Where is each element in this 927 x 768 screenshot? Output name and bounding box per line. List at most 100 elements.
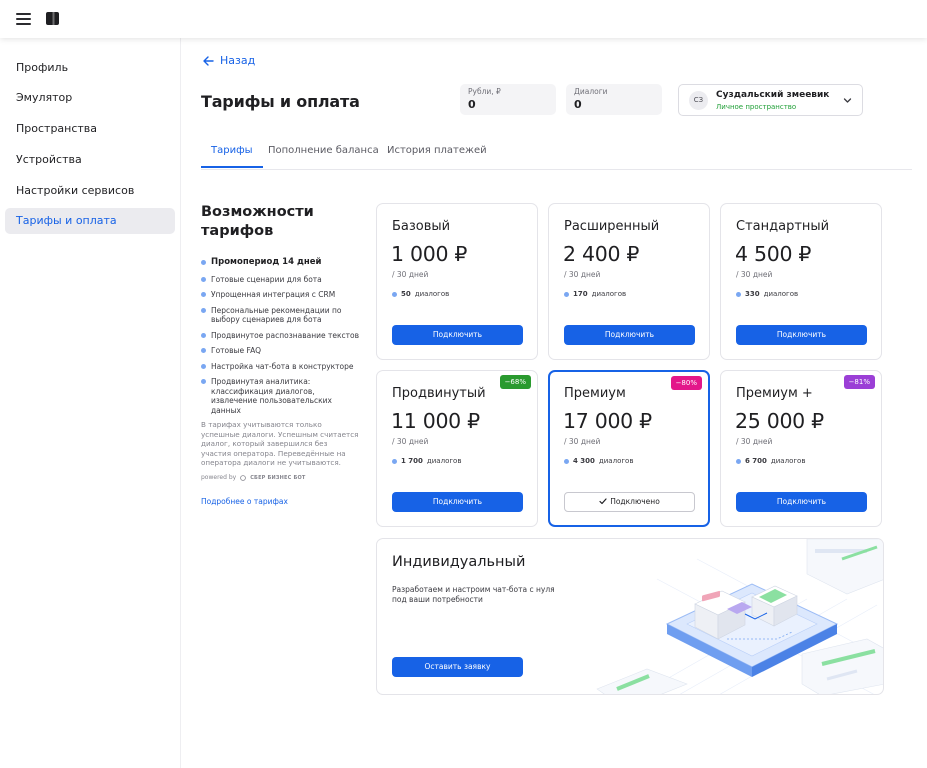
discount-badge: −81%	[843, 375, 875, 389]
plan-dialogs: 170 диалогов	[564, 290, 626, 298]
plan-dialogs-label: диалогов	[414, 290, 450, 298]
bullet-icon	[564, 291, 569, 297]
plan-price: 1 000 ₽	[391, 242, 468, 266]
powered-brand: СБЕР БИЗНЕС БОТ	[250, 474, 306, 481]
feature-item: Упрощенная интеграция с CRM	[201, 290, 361, 300]
dialogs-value: 0	[574, 98, 582, 111]
sidebar-item-devices[interactable]: Устройства	[5, 147, 175, 173]
plan-dialogs: 6 700 диалогов	[736, 457, 805, 465]
connect-button[interactable]: Подключить	[736, 325, 867, 345]
bullet-icon	[736, 291, 741, 297]
chevron-down-icon	[843, 98, 852, 103]
plan-card-premium: −80% Премиум 17 000 ₽ / 30 дней 4 300 ди…	[548, 370, 710, 527]
sber-logo-icon	[240, 474, 246, 481]
connected-button[interactable]: Подключено	[564, 492, 695, 512]
dialogs-counter: Диалоги 0	[566, 84, 662, 115]
account-name: Суздальский змеевик	[716, 90, 830, 100]
plan-card-basic: Базовый 1 000 ₽ / 30 дней 50 диалогов По…	[376, 203, 538, 360]
main-content: Назад Тарифы и оплата Рубли, ₽ 0 Диалоги…	[181, 38, 927, 768]
plan-price: 4 500 ₽	[735, 242, 812, 266]
sidebar-item-emulator[interactable]: Эмулятор	[5, 85, 175, 111]
plan-price: 2 400 ₽	[563, 242, 640, 266]
sidebar-item-spaces[interactable]: Пространства	[5, 116, 175, 142]
powered-by: powered by СБЕР БИЗНЕС БОТ	[201, 474, 306, 481]
feature-item: Продвинутая аналитика: классификация диа…	[201, 377, 361, 415]
plan-period: / 30 дней	[564, 270, 601, 279]
tab-top-up[interactable]: Пополнение баланса	[268, 145, 379, 166]
plan-dialogs-count: 1 700	[401, 457, 423, 465]
plan-card-premium-plus: −81% Премиум + 25 000 ₽ / 30 дней 6 700 …	[720, 370, 882, 527]
arrow-left-icon	[203, 55, 214, 66]
bullet-icon	[736, 458, 741, 464]
back-label: Назад	[220, 54, 256, 67]
plan-dialogs: 50 диалогов	[392, 290, 449, 298]
plan-card-standard: Стандартный 4 500 ₽ / 30 дней 330 диалог…	[720, 203, 882, 360]
sidebar-item-tariffs[interactable]: Тарифы и оплата	[5, 208, 175, 234]
plan-dialogs: 330 диалогов	[736, 290, 798, 298]
feature-item: Персональные рекомендации по выбору сцен…	[201, 306, 361, 325]
isometric-illustration	[596, 539, 883, 694]
feature-item: Промопериод 14 дней	[201, 257, 361, 268]
discount-badge: −80%	[670, 376, 702, 390]
avatar: СЗ	[689, 91, 708, 110]
connected-label: Подключено	[610, 497, 660, 506]
plan-period: / 30 дней	[736, 270, 773, 279]
features-list: Промопериод 14 дней Готовые сценарии для…	[201, 257, 361, 421]
top-bar	[0, 0, 927, 38]
tabs-bar: Тарифы Пополнение баланса История платеж…	[201, 138, 912, 170]
plan-name: Индивидуальный	[392, 554, 526, 570]
plan-name: Премиум +	[736, 386, 813, 401]
plan-card-advanced: −68% Продвинутый 11 000 ₽ / 30 дней 1 70…	[376, 370, 538, 527]
plan-dialogs-label: диалогов	[598, 457, 634, 465]
plan-price: 25 000 ₽	[735, 409, 824, 433]
rubles-label: Рубли, ₽	[468, 87, 501, 96]
features-note: В тарифах учитываются только успешные ди…	[201, 420, 359, 467]
feature-item: Продвинутое распознавание текстов	[201, 331, 361, 341]
account-selector[interactable]: СЗ Суздальский змеевик Личное пространст…	[678, 84, 863, 116]
plan-name: Премиум	[564, 386, 626, 401]
plan-dialogs-label: диалогов	[426, 457, 462, 465]
menu-icon[interactable]	[16, 13, 31, 25]
plan-dialogs-label: диалогов	[591, 290, 627, 298]
page-title: Тарифы и оплата	[201, 92, 360, 111]
plan-dialogs-count: 6 700	[745, 457, 767, 465]
sidebar-item-profile[interactable]: Профиль	[5, 55, 175, 81]
checkmark-icon	[599, 498, 607, 505]
rubles-counter: Рубли, ₽ 0	[460, 84, 556, 115]
plan-period: / 30 дней	[564, 437, 601, 446]
back-link[interactable]: Назад	[203, 54, 255, 67]
sidebar: Профиль Эмулятор Пространства Устройства…	[0, 38, 181, 768]
rubles-value: 0	[468, 98, 476, 111]
plan-card-individual: Индивидуальный Разработаем и настроим ча…	[376, 538, 884, 695]
app-logo	[46, 12, 59, 25]
plan-name: Базовый	[392, 219, 451, 234]
account-subtitle: Личное пространство	[716, 103, 797, 111]
submit-request-button[interactable]: Оставить заявку	[392, 657, 523, 677]
plan-name: Расширенный	[564, 219, 660, 234]
discount-badge: −68%	[499, 375, 531, 389]
connect-button[interactable]: Подключить	[392, 492, 523, 512]
connect-button[interactable]: Подключить	[736, 492, 867, 512]
plan-dialogs-count: 330	[745, 290, 760, 298]
plan-dialogs-count: 170	[573, 290, 588, 298]
plan-dialogs: 1 700 диалогов	[392, 457, 461, 465]
plan-name: Продвинутый	[392, 386, 486, 401]
features-title: Возможности тарифов	[201, 204, 314, 239]
plan-description: Разработаем и настроим чат-бота с нуля п…	[392, 585, 555, 604]
feature-item: Готовые сценарии для бота	[201, 275, 361, 285]
bullet-icon	[392, 458, 397, 464]
plan-dialogs-count: 50	[401, 290, 411, 298]
plan-card-extended: Расширенный 2 400 ₽ / 30 дней 170 диалог…	[548, 203, 710, 360]
more-about-tariffs-link[interactable]: Подробнее о тарифах	[201, 497, 288, 506]
plan-period: / 30 дней	[392, 270, 429, 279]
plan-dialogs-count: 4 300	[573, 457, 595, 465]
tab-payment-history[interactable]: История платежей	[387, 145, 487, 166]
bullet-icon	[392, 291, 397, 297]
connect-button[interactable]: Подключить	[392, 325, 523, 345]
plan-price: 11 000 ₽	[391, 409, 480, 433]
dialogs-label: Диалоги	[574, 87, 608, 96]
connect-button[interactable]: Подключить	[564, 325, 695, 345]
tab-tariffs[interactable]: Тарифы	[201, 145, 263, 168]
sidebar-item-service-settings[interactable]: Настройки сервисов	[5, 178, 175, 204]
feature-item: Готовые FAQ	[201, 346, 361, 356]
